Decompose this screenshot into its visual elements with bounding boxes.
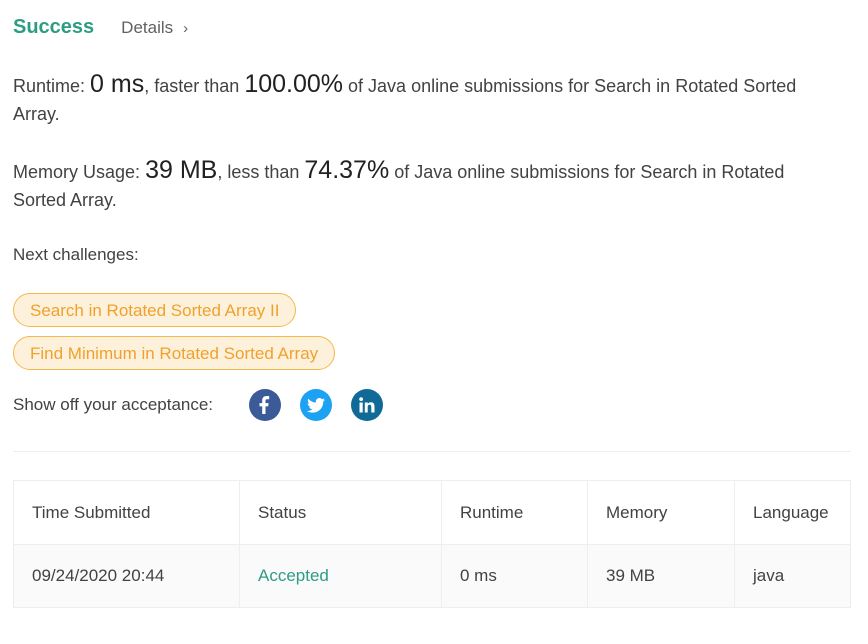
cell-language: java <box>734 544 851 608</box>
runtime-percent: 100.00% <box>244 70 344 98</box>
twitter-icon[interactable] <box>300 389 333 421</box>
column-header-time-submitted: Time Submitted <box>13 480 240 545</box>
cell-memory: 39 MB <box>587 544 735 608</box>
share-label: Show off your acceptance: <box>13 395 214 414</box>
table-header-row: Time Submitted Status Runtime Memory Lan… <box>13 480 851 545</box>
next-challenges-label: Next challenges: <box>13 245 139 264</box>
runtime-stat: Runtime: 0 ms, faster than 100.00% of Ja… <box>13 70 833 128</box>
memory-label: Memory Usage: <box>13 162 141 182</box>
column-header-runtime: Runtime <box>441 480 588 545</box>
cell-status: Accepted <box>239 544 442 608</box>
section-divider <box>13 451 851 452</box>
cell-runtime: 0 ms <box>441 544 588 608</box>
table-row: 09/24/2020 20:44 Accepted 0 ms 39 MB jav… <box>13 544 851 608</box>
status-title: Success <box>13 16 95 38</box>
memory-percent: 74.37% <box>304 156 390 184</box>
cell-time-submitted: 09/24/2020 20:44 <box>13 544 240 608</box>
memory-comparator: , less than <box>217 162 300 182</box>
runtime-value: 0 ms <box>90 70 145 98</box>
memory-value: 39 MB <box>145 156 218 184</box>
column-header-memory: Memory <box>587 480 735 545</box>
details-link[interactable]: Details › <box>121 18 188 38</box>
chevron-right-icon: › <box>183 20 189 37</box>
facebook-icon[interactable] <box>249 389 282 421</box>
result-header: Success Details › <box>13 16 188 39</box>
details-label: Details <box>121 18 174 37</box>
runtime-label: Runtime: <box>13 76 86 96</box>
memory-stat: Memory Usage: 39 MB, less than 74.37% of… <box>13 156 833 214</box>
next-challenge-button[interactable]: Find Minimum in Rotated Sorted Array <box>13 336 336 370</box>
column-header-status: Status <box>239 480 442 545</box>
runtime-comparator: , faster than <box>144 76 240 96</box>
linkedin-icon[interactable] <box>351 389 384 421</box>
status-accepted-link[interactable]: Accepted <box>258 566 329 585</box>
submissions-table: Time Submitted Status Runtime Memory Lan… <box>13 480 851 608</box>
share-row: Show off your acceptance: <box>13 389 402 421</box>
next-challenge-button[interactable]: Search in Rotated Sorted Array II <box>13 293 297 327</box>
column-header-language: Language <box>734 480 851 545</box>
